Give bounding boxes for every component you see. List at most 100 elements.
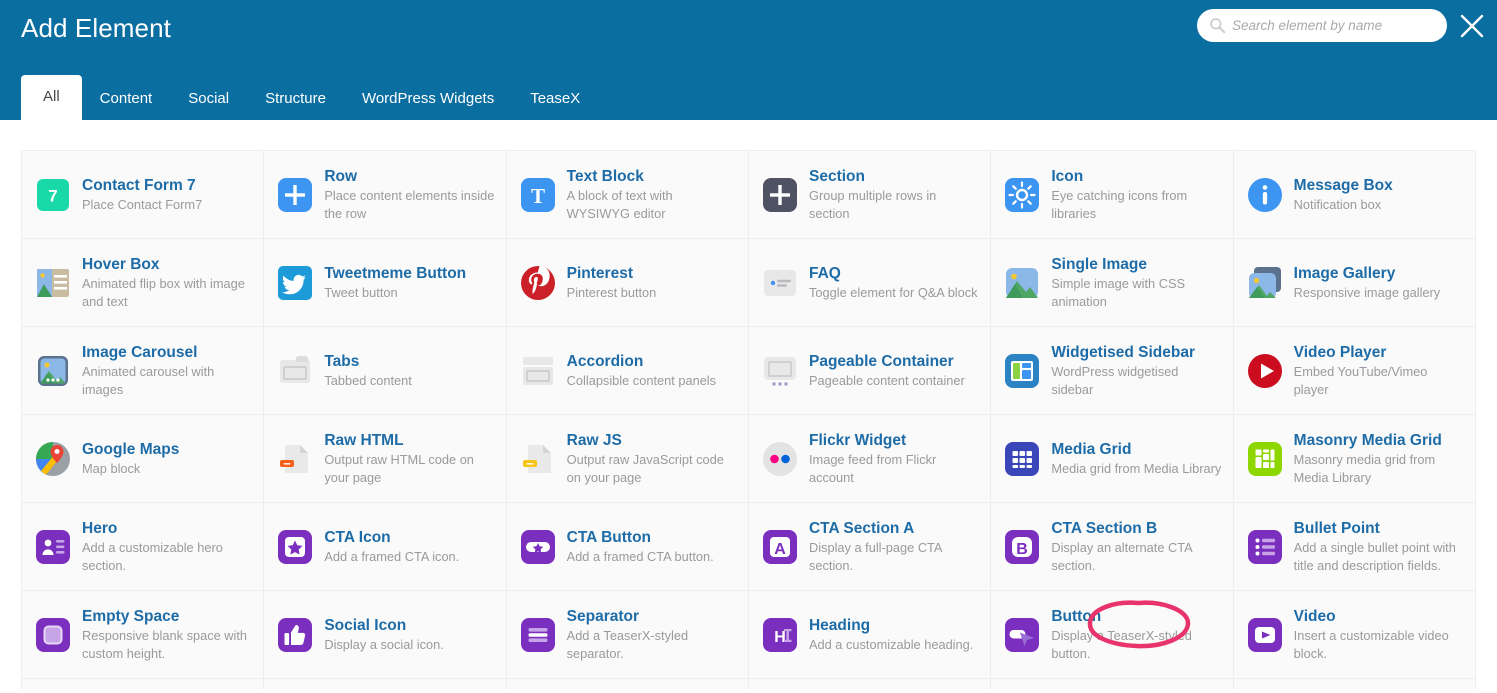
element-card-description: Add a framed CTA button. (566, 549, 714, 565)
element-card-text: Image Carousel Animated carousel with ima… (82, 343, 253, 398)
element-card-title: Button (1051, 608, 1102, 626)
element-card-title: Masonry Media Grid (1293, 432, 1442, 450)
element-card-text: Raw HTML Output raw HTML code on your pag… (324, 431, 495, 486)
element-card-text: Video Player Embed YouTube/Vimeo player (1294, 343, 1465, 398)
tab-social[interactable]: Social (170, 79, 247, 120)
element-card[interactable]: H Heading Add a customizable heading. (748, 591, 992, 679)
element-card-description: Responsive image gallery (1293, 285, 1441, 301)
cta-icon-icon (276, 528, 314, 566)
element-card[interactable]: Raw JS Output raw JavaScript code on your… (506, 415, 749, 503)
element-card[interactable]: Separator Add a TeaserX-styled separator. (506, 591, 749, 679)
element-card-description: Map block (82, 461, 141, 477)
element-card[interactable]: Tweetmeme Button Tweet button (264, 239, 507, 327)
element-card-title: Image Gallery (1293, 264, 1396, 282)
element-card-text: Widgetised Sidebar WordPress widgetised s… (1051, 343, 1222, 398)
image-gallery-icon (1246, 264, 1284, 302)
element-card-title: Video (1293, 608, 1336, 626)
element-card[interactable]: T Text Block A block of text with WYSIWYG … (506, 151, 749, 239)
element-card-title: Social Icon (324, 616, 407, 634)
element-card-description: Add a framed CTA icon. (324, 549, 460, 565)
hero-icon (34, 528, 72, 566)
element-card-title: FAQ (808, 264, 841, 282)
element-card-title: CTA Icon (324, 528, 391, 546)
tab-all[interactable]: All (21, 75, 82, 120)
plus-square-icon (276, 176, 314, 214)
element-card[interactable]: B CTA Section B Display an alternate CTA s… (991, 503, 1234, 591)
element-card-description: Place Contact Form7 (82, 197, 203, 213)
element-card-description: Toggle element for Q&A block (808, 285, 978, 301)
element-card-text: Icon Eye catching icons from libraries (1051, 167, 1222, 222)
twitter-icon (276, 264, 314, 302)
element-card[interactable]: Media Grid Media grid from Media Library (991, 415, 1234, 503)
element-card-title: Heading (808, 616, 871, 634)
element-card[interactable]: Widgetised Sidebar WordPress widgetised s… (991, 327, 1234, 415)
element-card[interactable]: Pageable Container Pageable content conta… (748, 327, 992, 415)
element-card-title: Separator (566, 608, 640, 626)
element-card[interactable]: Accordion Collapsible content panels (506, 327, 749, 415)
empty-space-icon (34, 616, 72, 654)
element-card-description: Display a full-page CTA section. (808, 540, 942, 573)
element-card-text: CTA Section B Display an alternate CTA se… (1051, 519, 1222, 574)
element-card[interactable]: FAQ Toggle element for Q&A block (748, 239, 992, 327)
element-card[interactable]: CTA Icon Add a framed CTA icon. (264, 503, 507, 591)
element-card[interactable]: Raw HTML Output raw HTML code on your pag… (264, 415, 507, 503)
tab-teasex[interactable]: TeaseX (512, 79, 598, 120)
element-card[interactable]: Single Image Simple image with CSS animat… (991, 239, 1234, 327)
element-card[interactable]: Google Maps Map block (22, 415, 265, 503)
info-circle-icon (1246, 176, 1284, 214)
element-library: 7 Contact Form 7 Place Contact Form7 Row Pl… (0, 120, 1497, 693)
element-card-title: Row (324, 168, 358, 186)
element-card[interactable]: Image Gallery Responsive image gallery (1233, 239, 1476, 327)
element-card[interactable]: Video Player Embed YouTube/Vimeo player (1233, 327, 1476, 415)
element-card[interactable]: Social Icon Display a social icon. (264, 591, 507, 679)
element-card-text: Pageable Container Pageable content conta… (809, 352, 980, 390)
element-card-text: CTA Section A Display a full-page CTA sec… (809, 519, 980, 574)
element-card-description: Simple image with CSS animation (1051, 276, 1186, 309)
widgetised-sidebar-icon (1003, 352, 1041, 390)
element-card[interactable]: Hover Box Animated flip box with image an… (22, 239, 265, 327)
close-icon[interactable] (1458, 12, 1486, 40)
raw-js-icon (519, 440, 557, 478)
element-card[interactable]: Pinterest Pinterest button (506, 239, 749, 327)
element-card-text: Pinterest Pinterest button (567, 264, 738, 302)
element-card[interactable]: Hero Add a customizable hero section. (22, 503, 265, 591)
element-card[interactable]: Bullet Point Add a single bullet point wi… (1233, 503, 1476, 591)
tab-bar: All Content Social Structure WordPress W… (21, 75, 598, 120)
element-card-title: Tabs (324, 352, 360, 370)
element-card-description: Output raw HTML code on your page (324, 452, 474, 485)
element-card-text: Separator Add a TeaserX-styled separator. (567, 607, 738, 662)
button-icon (1003, 616, 1041, 654)
element-card[interactable]: 7 Contact Form 7 Place Contact Form7 (22, 151, 265, 239)
element-card[interactable]: Icon Eye catching icons from libraries (991, 151, 1234, 239)
element-card[interactable]: A CTA Section A Display a full-page CTA se… (748, 503, 992, 591)
element-card-title: Contact Form 7 (82, 176, 196, 194)
element-card-description: Display a TeaserX-styled button. (1051, 628, 1192, 661)
element-card[interactable]: Message Box Notification box (1233, 151, 1476, 239)
page-title: Add Element (21, 13, 171, 43)
element-card[interactable]: Video Insert a customizable video block. (1233, 591, 1476, 679)
element-card[interactable]: Flickr Widget Image feed from Flickr acco… (748, 415, 992, 503)
element-card[interactable]: Masonry Media Grid Masonry media grid fro… (1233, 415, 1476, 503)
tab-structure[interactable]: Structure (247, 79, 344, 120)
search-box[interactable] (1197, 9, 1447, 42)
google-maps-icon (34, 440, 72, 478)
element-card[interactable]: Button Display a TeaserX-styled button. (991, 591, 1234, 679)
element-card-description: Animated carousel with images (82, 364, 215, 397)
element-card[interactable]: Tabs Tabbed content (264, 327, 507, 415)
element-card[interactable]: CTA Button Add a framed CTA button. (506, 503, 749, 591)
pinterest-icon (519, 264, 557, 302)
element-grid-next-row-peek (21, 679, 1476, 689)
element-card[interactable]: Empty Space Responsive blank space with c… (22, 591, 265, 679)
element-card[interactable]: Row Place content elements inside the row (264, 151, 507, 239)
tab-content[interactable]: Content (82, 79, 171, 120)
search-input[interactable] (1232, 18, 1437, 33)
element-card-description: Animated flip box with image and text (82, 276, 245, 309)
element-card-title: Raw JS (566, 432, 622, 450)
element-card[interactable]: Section Group multiple rows in section (748, 151, 992, 239)
element-card-text: Section Group multiple rows in section (809, 167, 980, 222)
tab-wordpress-widgets[interactable]: WordPress Widgets (344, 79, 512, 120)
element-card[interactable]: Image Carousel Animated carousel with ima… (22, 327, 265, 415)
element-card-title: Pinterest (566, 264, 633, 282)
element-card-description: Group multiple rows in section (808, 188, 937, 221)
element-card-text: Video Insert a customizable video block. (1294, 607, 1465, 662)
